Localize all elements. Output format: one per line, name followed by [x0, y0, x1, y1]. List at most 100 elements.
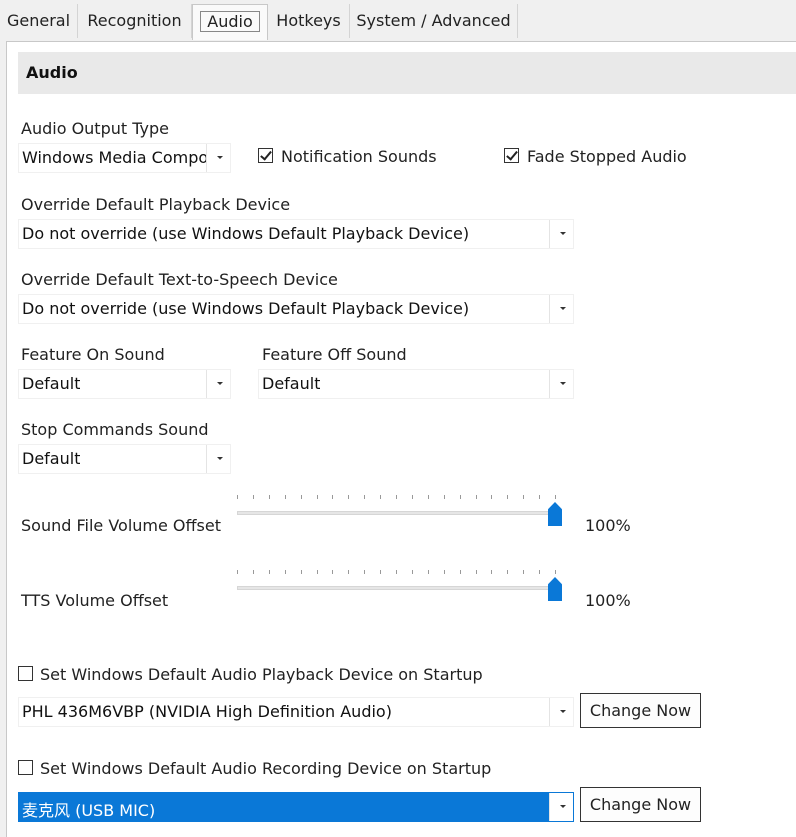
stop-commands-sound-label: Stop Commands Sound: [21, 420, 209, 439]
feature-on-sound-label: Feature On Sound: [21, 345, 165, 364]
playback-device-dropdown[interactable]: PHL 436M6VBP (NVIDIA High Definition Aud…: [18, 697, 574, 727]
slider-tick: [539, 495, 540, 499]
slider-tick: [507, 570, 508, 574]
slider-tick: [269, 495, 270, 499]
slider-tick: [348, 495, 349, 499]
recording-device-dropdown[interactable]: 麦克风 (USB MIC): [18, 792, 574, 822]
chevron-down-icon[interactable]: [549, 370, 573, 398]
slider-tick: [301, 570, 302, 574]
tab-audio-label: Audio: [200, 11, 260, 32]
slider-tick: [428, 495, 429, 499]
slider-tick: [253, 570, 254, 574]
slider-tick: [412, 570, 413, 574]
slider-tick: [269, 570, 270, 574]
slider-tick: [396, 570, 397, 574]
slider-tick: [253, 495, 254, 499]
slider-tick: [555, 570, 556, 574]
slider-tick: [364, 495, 365, 499]
feature-on-sound-dropdown[interactable]: Default: [18, 369, 231, 399]
section-header: Audio: [18, 52, 796, 94]
tab-general[interactable]: General: [0, 4, 78, 38]
slider-tick: [507, 495, 508, 499]
sound-file-volume-value: 100%: [585, 516, 631, 535]
tab-system-advanced-label: System / Advanced: [356, 11, 511, 30]
audio-output-type-dropdown[interactable]: Windows Media Compo: [18, 143, 231, 173]
tab-audio[interactable]: Audio: [192, 4, 268, 40]
tts-volume-slider[interactable]: [237, 565, 567, 605]
tts-volume-value: 100%: [585, 591, 631, 610]
slider-tick: [412, 495, 413, 499]
slider-tick: [237, 570, 238, 574]
notification-sounds-label: Notification Sounds: [281, 147, 437, 166]
stop-commands-sound-value: Default: [22, 449, 81, 468]
playback-device-value: PHL 436M6VBP (NVIDIA High Definition Aud…: [22, 702, 392, 721]
tab-system-advanced[interactable]: System / Advanced: [350, 4, 518, 38]
slider-tick: [444, 570, 445, 574]
chevron-down-icon[interactable]: [549, 793, 573, 821]
slider-tick: [237, 495, 238, 499]
slider-tick: [380, 495, 381, 499]
override-tts-dropdown[interactable]: Do not override (use Windows Default Pla…: [18, 294, 574, 324]
sound-file-volume-label: Sound File Volume Offset: [21, 516, 221, 535]
section-title: Audio: [26, 63, 78, 82]
slider-tick: [332, 495, 333, 499]
chevron-down-icon[interactable]: [206, 445, 230, 473]
slider-tick: [523, 495, 524, 499]
feature-off-sound-dropdown[interactable]: Default: [258, 369, 574, 399]
slider-tick: [285, 495, 286, 499]
feature-off-sound-label: Feature Off Sound: [262, 345, 407, 364]
slider-tick: [285, 570, 286, 574]
slider-tick: [380, 570, 381, 574]
chevron-down-icon[interactable]: [549, 295, 573, 323]
stop-commands-sound-dropdown[interactable]: Default: [18, 444, 231, 474]
slider-tick: [476, 495, 477, 499]
override-playback-value: Do not override (use Windows Default Pla…: [22, 224, 470, 243]
chevron-down-icon[interactable]: [549, 698, 573, 726]
slider-tick: [460, 495, 461, 499]
slider-tick: [301, 495, 302, 499]
slider-tick: [428, 570, 429, 574]
recording-startup-checkbox[interactable]: [18, 760, 33, 775]
slider-tick: [317, 495, 318, 499]
tab-recognition-label: Recognition: [87, 11, 182, 30]
fade-stopped-audio-label: Fade Stopped Audio: [527, 147, 687, 166]
slider-tick: [539, 570, 540, 574]
recording-change-now-button[interactable]: Change Now: [580, 787, 701, 822]
tab-hotkeys[interactable]: Hotkeys: [268, 4, 350, 38]
feature-on-sound-value: Default: [22, 374, 81, 393]
slider-tick: [364, 570, 365, 574]
slider-thumb[interactable]: [548, 502, 562, 526]
slider-tick: [317, 570, 318, 574]
playback-startup-label: Set Windows Default Audio Playback Devic…: [40, 665, 483, 684]
playback-startup-checkbox[interactable]: [18, 666, 33, 681]
slider-tick: [460, 570, 461, 574]
slider-tick: [491, 495, 492, 499]
slider-tick: [491, 570, 492, 574]
slider-thumb[interactable]: [548, 577, 562, 601]
slider-track: [237, 511, 555, 515]
recording-startup-label: Set Windows Default Audio Recording Devi…: [40, 759, 492, 778]
playback-change-now-button[interactable]: Change Now: [580, 693, 701, 728]
override-playback-dropdown[interactable]: Do not override (use Windows Default Pla…: [18, 219, 574, 249]
audio-output-type-value: Windows Media Compo: [22, 148, 209, 167]
tab-recognition[interactable]: Recognition: [78, 4, 192, 38]
slider-tick: [348, 570, 349, 574]
recording-device-value: 麦克风 (USB MIC): [22, 801, 156, 820]
feature-off-sound-value: Default: [262, 374, 321, 393]
notification-sounds-checkbox[interactable]: [258, 148, 273, 163]
chevron-down-icon[interactable]: [206, 144, 230, 172]
slider-tick: [555, 495, 556, 499]
tab-general-label: General: [6, 11, 71, 30]
slider-tick: [476, 570, 477, 574]
chevron-down-icon[interactable]: [549, 220, 573, 248]
audio-output-type-label: Audio Output Type: [21, 119, 169, 138]
override-playback-label: Override Default Playback Device: [21, 195, 291, 214]
fade-stopped-audio-checkbox[interactable]: [504, 148, 519, 163]
slider-tick: [523, 570, 524, 574]
tab-hotkeys-label: Hotkeys: [276, 11, 341, 30]
override-tts-value: Do not override (use Windows Default Pla…: [22, 299, 470, 318]
sound-file-volume-slider[interactable]: [237, 490, 567, 530]
override-tts-label: Override Default Text-to-Speech Device: [21, 270, 338, 289]
chevron-down-icon[interactable]: [206, 370, 230, 398]
tab-strip: General Recognition Audio Hotkeys System…: [0, 0, 796, 42]
